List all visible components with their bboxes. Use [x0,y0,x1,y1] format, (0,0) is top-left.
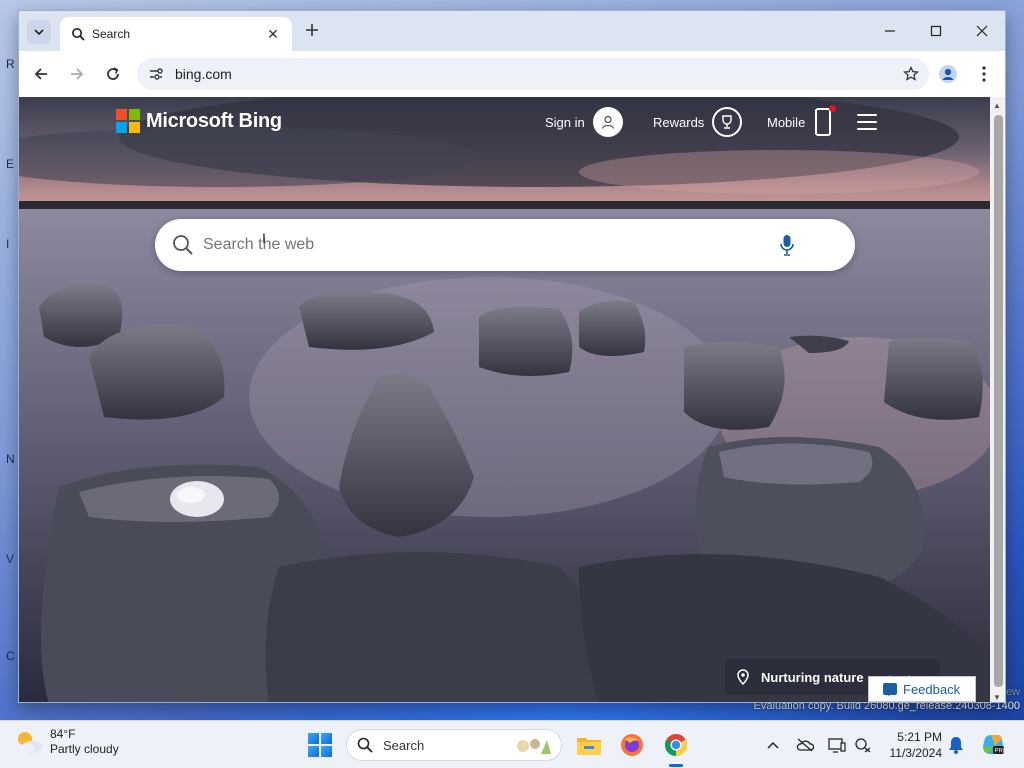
taskbar-search-label: Search [383,737,425,753]
chrome-icon[interactable] [662,731,690,767]
copilot-icon[interactable]: PRE [980,733,1006,757]
logo-square-green [129,109,140,120]
browser-toolbar: bing.com [19,51,1005,97]
search-input[interactable] [203,236,775,254]
browser-window: Search ✕ bing.com Microsoft Bing Sign in… [18,10,1006,703]
avatar [592,107,623,137]
star-icon[interactable] [899,62,923,86]
plus-icon [306,24,318,36]
desktop-label-i[interactable]: I [6,238,9,250]
bing-logo[interactable]: Microsoft Bing [116,109,282,133]
reload-icon [107,67,119,80]
search-icon[interactable] [171,233,195,257]
logo-square-yellow [129,122,140,133]
minimize-icon [885,30,895,32]
microsoft-logo-icon [116,109,140,133]
hamburger-menu-icon[interactable] [857,114,877,130]
taskbar: 84°F Partly cloudy Search 5:21 PM 11/3/2… [0,720,1024,768]
weather-condition-text: Partly cloudy [50,742,119,756]
address-bar[interactable]: bing.com [137,58,929,90]
trophy-icon [712,107,743,137]
close-icon [976,25,988,37]
display-icon[interactable] [826,733,848,757]
feedback-label: Feedback [903,681,961,697]
back-button[interactable] [29,62,53,86]
caption-text: Nurturing nature [761,669,864,685]
taskbar-search[interactable]: Search [346,729,562,761]
mobile-label: Mobile [767,114,806,130]
desktop-label-c[interactable]: C [6,650,15,662]
notification-dot [829,105,837,112]
start-icon[interactable] [308,733,332,757]
scrollbar-thumb[interactable] [994,115,1003,687]
search-box[interactable] [155,219,855,271]
desktop-label-e[interactable]: E [6,158,14,170]
new-tab-button[interactable] [301,21,323,43]
sign-in-label: Sign in [545,114,585,130]
minimize-button[interactable] [867,11,913,51]
watermark-ghost-text: ew [1005,686,1020,698]
page-viewport: Microsoft Bing Sign in Rewards Mobile Se… [19,97,990,702]
chevron-up-icon[interactable] [762,733,784,757]
url-text[interactable]: bing.com [175,66,899,82]
maximize-icon [930,25,942,37]
temperature-text: 84°F [50,727,76,741]
desktop-label-r[interactable]: R [6,58,15,70]
profile-button[interactable] [936,62,960,86]
browser-menu-button[interactable] [972,62,996,86]
mobile-button[interactable]: Mobile [767,105,837,137]
desktop-label-n[interactable]: N [6,453,15,465]
system-clock[interactable]: 5:21 PM 11/3/2024 [880,729,943,761]
search-icon [70,26,86,42]
logo-square-blue [116,122,127,133]
arrow-left-icon [34,68,47,80]
window-controls [867,11,1005,51]
feedback-button[interactable]: Feedback [868,676,976,702]
tab-strip: Search ✕ [19,11,1005,51]
file-explorer-icon[interactable] [575,731,603,759]
maximize-button[interactable] [913,11,959,51]
firefox-icon[interactable] [618,731,646,759]
close-icon[interactable]: ✕ [264,26,282,43]
scroll-up-icon[interactable]: ▲ [993,101,1001,110]
bing-header: Microsoft Bing Sign in Rewards Mobile [19,97,990,147]
text-cursor-icon: I [262,230,266,246]
background-photo [19,97,990,702]
rewards-label: Rewards [653,114,705,130]
svg-text:PRE: PRE [995,749,1006,755]
bing-logo-text: Microsoft Bing [146,109,282,132]
close-window-button[interactable] [959,11,1005,51]
rewards-button[interactable]: Rewards [653,107,743,137]
scroll-down-icon[interactable]: ▼ [993,693,1001,702]
chevron-down-icon [34,29,44,36]
microphone-icon[interactable] [775,233,799,257]
onedrive-icon[interactable] [794,733,816,757]
forward-button[interactable] [65,62,89,86]
kebab-menu-icon [982,66,986,82]
chat-bubble-icon [883,683,897,696]
notification-bell-icon[interactable] [945,733,967,757]
arrow-right-icon [71,68,84,80]
desktop-label-v[interactable]: V [6,553,14,565]
page-scrollbar[interactable]: ▲ ▼ [990,97,1005,702]
clock-date: 11/3/2024 [889,746,943,760]
user-icon [601,115,614,129]
tab-search-button[interactable] [27,20,51,44]
tune-icon[interactable] [147,65,165,83]
profile-icon [939,65,957,83]
tab-title: Search [92,27,131,41]
tab-search[interactable]: Search ✕ [60,17,292,51]
search-icon [357,736,375,754]
reload-button[interactable] [101,62,125,86]
location-pin-icon [735,669,751,685]
logo-square-red [116,109,127,120]
partly-cloudy-icon [18,732,42,753]
clock-time: 5:21 PM [897,730,942,744]
weather-widget[interactable]: 84°F Partly cloudy [14,727,119,757]
sign-in-button[interactable]: Sign in [545,107,623,137]
search-highlight-icon [517,739,551,754]
phone-icon [815,105,837,136]
network-icon[interactable] [852,733,874,757]
